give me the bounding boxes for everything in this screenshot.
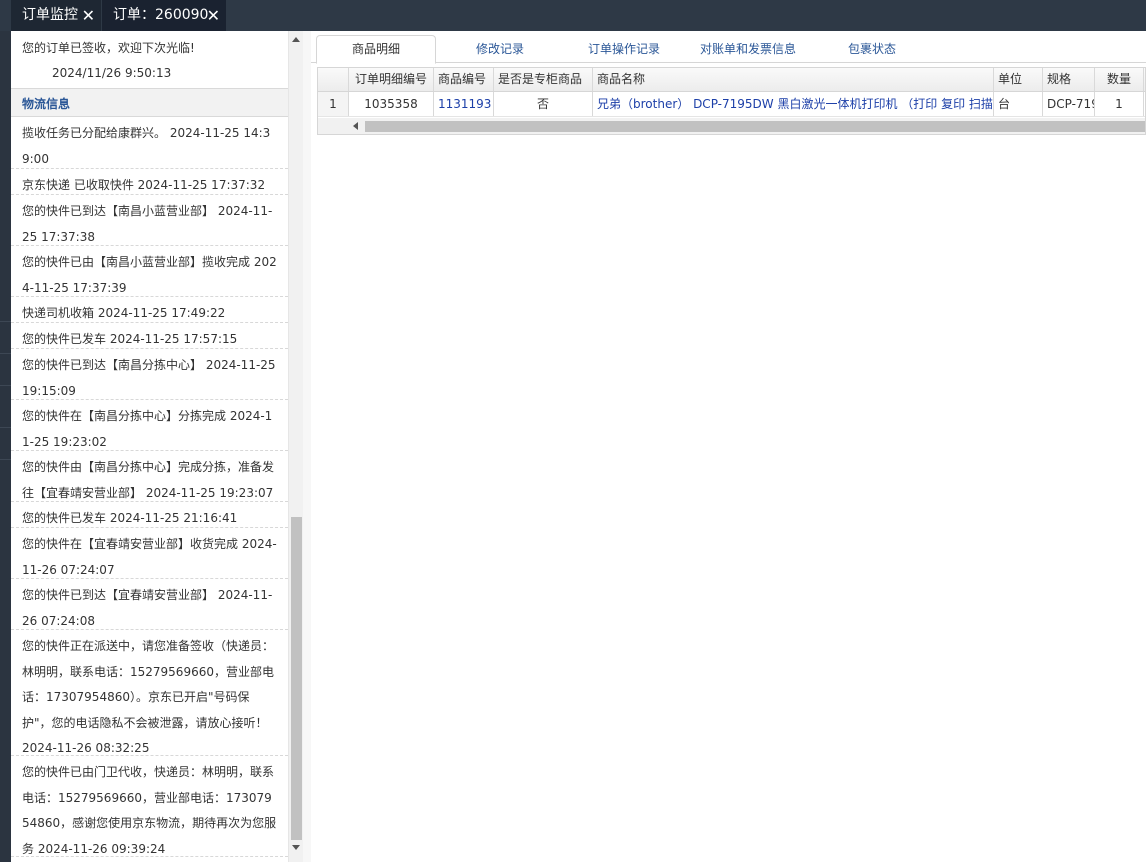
cell-product-id-link[interactable]: 1131193 <box>434 92 494 116</box>
tab-product-detail[interactable]: 商品明细 <box>316 35 436 64</box>
header-is-counter[interactable]: 是否是专柜商品 <box>494 68 593 91</box>
close-icon[interactable]: ✕ <box>82 0 95 31</box>
signed-message: 您的订单已签收，欢迎下次光临! <box>22 41 195 55</box>
scroll-thumb[interactable] <box>291 517 302 840</box>
cell-detail-id: 1035358 <box>349 92 434 116</box>
logistics-item: 您的快件已到达【南昌小蓝营业部】 2024-11-25 17:37:38 <box>11 195 288 246</box>
logistics-item: 揽收任务已分配给康群兴。 2024-11-25 14:39:00 <box>11 117 288 169</box>
header-unit[interactable]: 单位 <box>994 68 1043 91</box>
tab-statement-invoice[interactable]: 对账单和发票信息 <box>700 40 796 57</box>
logistics-header-label: 物流信息 <box>22 97 71 111</box>
logistics-scrollbar[interactable] <box>288 31 303 862</box>
tab-modify-log[interactable]: 修改记录 <box>476 40 524 57</box>
logistics-item: 京东快递 已收取快件 2024-11-25 17:37:32 <box>11 169 288 195</box>
header-product-id[interactable]: 商品编号 <box>434 68 494 91</box>
scroll-down-icon[interactable] <box>292 845 300 850</box>
logistics-item: 快递司机收箱 2024-11-25 17:49:22 <box>11 297 288 323</box>
tab-order-detail[interactable]: 订单：260090 ✕ <box>102 0 226 31</box>
header-spec[interactable]: 规格 <box>1043 68 1095 91</box>
logistics-item: 您的快件在【宜春靖安营业部】收货完成 2024-11-26 07:24:07 <box>11 528 288 579</box>
logistics-item: 您的快件已发车 2024-11-25 21:16:41 <box>11 502 288 528</box>
logistics-item: 您的快件已发车 2024-11-25 17:57:15 <box>11 323 288 349</box>
logistics-item: 您的快件正在派送中，请您准备签收（快递员：林明明，联系电话：1527956966… <box>11 630 288 756</box>
cell-product-name-link[interactable]: 兄弟（brother） DCP-7195DW 黑白激光一体机打印机 （打印 复印… <box>593 92 994 116</box>
logistics-item: 您的快件在【南昌分拣中心】分拣完成 2024-11-25 19:23:02 <box>11 400 288 451</box>
signed-time: 2024/11/26 9:50:13 <box>52 66 172 80</box>
logistics-item: 您的快件已到达【南昌分拣中心】 2024-11-25 19:15:09 <box>11 349 288 400</box>
top-tab-bar: 订单监控 ✕ 订单：260090 ✕ <box>0 0 1146 31</box>
logistics-item: 您的快件由【南昌分拣中心】完成分拣，准备发往【宜春靖安营业部】 2024-11-… <box>11 451 288 502</box>
product-grid: 订单明细编号 商品编号 是否是专柜商品 商品名称 单位 规格 数量 1 1035… <box>317 67 1146 135</box>
scroll-left-icon[interactable] <box>353 122 358 130</box>
grid-header: 订单明细编号 商品编号 是否是专柜商品 商品名称 单位 规格 数量 <box>318 68 1145 92</box>
cell-qty: 1 <box>1095 92 1144 116</box>
header-qty[interactable]: 数量 <box>1095 68 1144 91</box>
tab-order-monitor[interactable]: 订单监控 ✕ <box>11 0 101 31</box>
header-detail-id[interactable]: 订单明细编号 <box>349 68 434 91</box>
row-number: 1 <box>318 92 349 116</box>
header-product-name[interactable]: 商品名称 <box>593 68 994 91</box>
tab-package-status[interactable]: 包裹状态 <box>848 40 896 57</box>
grid-horizontal-scrollbar[interactable] <box>318 118 1145 134</box>
logistics-header: 物流信息 <box>11 88 288 117</box>
logistics-panel: 您的订单已签收，欢迎下次光临! 2024/11/26 9:50:13 物流信息 … <box>11 31 288 862</box>
cell-is-counter: 否 <box>494 92 593 116</box>
tab-order-monitor-label: 订单监控 <box>22 7 78 23</box>
close-icon[interactable]: ✕ <box>207 0 220 31</box>
scroll-up-icon[interactable] <box>292 37 300 42</box>
cell-unit: 台 <box>994 92 1043 116</box>
side-strip <box>0 31 11 862</box>
logistics-item: 您的快件已到达【宜春靖安营业部】 2024-11-26 07:24:08 <box>11 579 288 630</box>
panel-gutter <box>303 31 311 862</box>
tab-operation-log[interactable]: 订单操作记录 <box>588 40 660 57</box>
horizontal-scroll-thumb[interactable] <box>365 121 1145 132</box>
logistics-item: 您的快件已由门卫代收，快递员：林明明，联系电话：15279569660，营业部电… <box>11 756 288 857</box>
tab-order-detail-label: 订单：260090 <box>113 7 209 23</box>
detail-tabs: 商品明细 修改记录 订单操作记录 对账单和发票信息 包裹状态 <box>311 31 1146 64</box>
header-rownum <box>318 68 349 91</box>
logistics-item: 您的快件已由【南昌小蓝营业部】揽收完成 2024-11-25 17:37:39 <box>11 246 288 297</box>
table-row[interactable]: 1 1035358 1131193 否 兄弟（brother） DCP-7195… <box>318 92 1145 117</box>
cell-spec: DCP-7195DW <box>1043 92 1095 116</box>
